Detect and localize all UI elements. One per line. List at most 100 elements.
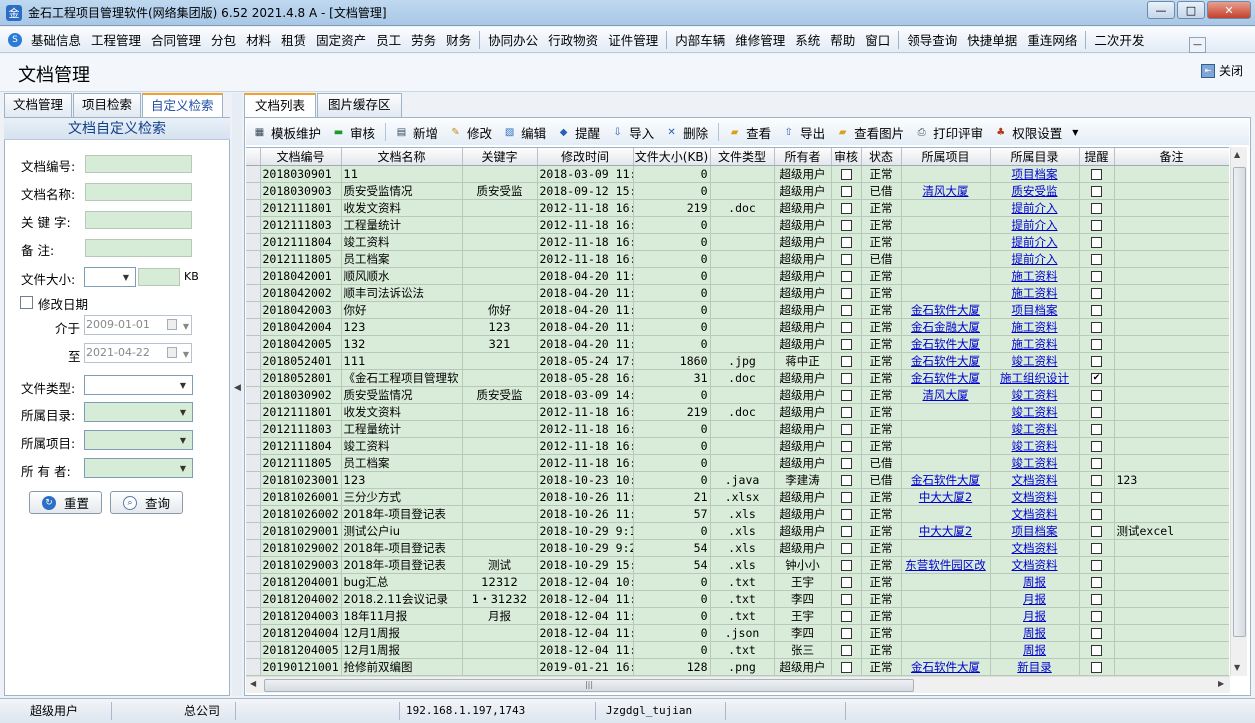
row-indicator[interactable] (246, 284, 261, 302)
table-cell[interactable]: 2012111804 (260, 437, 342, 455)
menu-item[interactable]: 基础信息 (26, 30, 86, 49)
table-cell[interactable] (710, 454, 775, 472)
column-header[interactable]: 审核 (831, 148, 862, 166)
table-cell[interactable] (1114, 624, 1229, 642)
column-header[interactable]: 文档名称 (341, 148, 463, 166)
table-cell[interactable] (1114, 488, 1229, 506)
date-from-picker[interactable]: 2009-01-01 ▼ (84, 315, 192, 335)
row-indicator[interactable] (246, 216, 261, 234)
row-indicator[interactable] (246, 505, 261, 523)
table-cell[interactable]: 正常 (861, 624, 902, 642)
table-cell[interactable]: 工程量统计 (341, 216, 463, 234)
directory-link[interactable]: 新目录 (1017, 660, 1052, 674)
table-cell[interactable] (462, 267, 538, 285)
table-cell[interactable] (462, 199, 538, 217)
directory-link[interactable]: 文档资料 (1012, 473, 1058, 487)
query-button[interactable]: ⌕ 查询 (110, 491, 183, 514)
file-size-operator-select[interactable]: ▼ (84, 267, 136, 287)
table-cell[interactable]: 超级用户 (774, 335, 832, 353)
table-cell[interactable]: 施工组织设计 (990, 369, 1080, 387)
table-cell[interactable]: 测试excel (1114, 522, 1229, 540)
column-header[interactable]: 所属项目 (901, 148, 991, 166)
project-link[interactable]: 中大大厦2 (919, 490, 972, 504)
table-cell[interactable]: 2012-11-18 16:3 (537, 216, 634, 234)
checkbox[interactable] (840, 509, 852, 520)
table-cell[interactable]: 2018-12-04 11:3 (537, 607, 634, 625)
table-row[interactable]: 20181204004 12月1周报 2018-12-04 11:4 0 .json 李四… (246, 624, 1229, 642)
table-cell[interactable]: 2012-11-18 16:3 (537, 454, 634, 472)
table-cell[interactable]: 超级用户 (774, 522, 832, 540)
file-type-select[interactable]: ▼ (84, 375, 193, 395)
menu-item[interactable]: 租赁 (276, 30, 311, 49)
project-link[interactable]: 清风大厦 (923, 388, 969, 402)
tab-image-cache[interactable]: 图片缓存区 (317, 93, 402, 117)
row-indicator[interactable] (246, 403, 261, 421)
table-cell[interactable]: 2018030903 (260, 182, 342, 200)
table-cell[interactable]: .xls (710, 522, 775, 540)
row-indicator[interactable] (246, 165, 261, 183)
table-cell[interactable] (1114, 590, 1229, 608)
table-cell[interactable]: 2018-05-24 17:5 (537, 352, 634, 370)
column-header[interactable]: 所有者 (774, 148, 832, 166)
table-cell[interactable]: 李四 (774, 590, 832, 608)
scroll-left-icon[interactable]: ◀ (250, 679, 256, 688)
menu-item[interactable]: 快捷单据 (962, 30, 1022, 49)
row-indicator[interactable] (246, 454, 261, 472)
table-cell[interactable]: 王宇 (774, 607, 832, 625)
table-cell[interactable] (710, 420, 775, 438)
table-cell[interactable]: 工程量统计 (341, 420, 463, 438)
project-link[interactable]: 金石软件大厦 (911, 660, 980, 674)
table-cell[interactable]: 2018-04-20 11:0 (537, 267, 634, 285)
table-cell[interactable]: 0 (633, 420, 711, 438)
table-row[interactable]: 20181204003 18年11月报 月报 2018-12-04 11:3 0 .txt… (246, 607, 1229, 625)
table-cell[interactable] (1114, 233, 1229, 251)
table-cell[interactable] (1114, 284, 1229, 302)
row-indicator[interactable] (246, 573, 261, 591)
directory-link[interactable]: 项目档案 (1012, 167, 1058, 181)
table-cell[interactable] (1079, 471, 1115, 489)
directory-link[interactable]: 文档资料 (1012, 490, 1058, 504)
table-cell[interactable]: 正常 (861, 505, 902, 523)
table-cell[interactable]: 文档资料 (990, 471, 1080, 489)
table-row[interactable]: 20181029001 测试公户iu 2018-10-29 9:14 0 .xls 超级用… (246, 522, 1229, 540)
table-cell[interactable] (1079, 335, 1115, 353)
table-row[interactable]: 2018030902 质安受监情况 质安受监 2018-03-09 14:5 0 超级用户… (246, 386, 1229, 404)
table-cell[interactable] (462, 522, 538, 540)
checkbox[interactable] (1091, 424, 1102, 435)
table-cell[interactable]: 超级用户 (774, 369, 832, 387)
mdi-minimize-button[interactable]: — (1189, 37, 1206, 53)
directory-link[interactable]: 竣工资料 (1012, 422, 1058, 436)
table-cell[interactable]: 正常 (861, 335, 902, 353)
table-cell[interactable]: 超级用户 (774, 454, 832, 472)
file-size-input[interactable] (138, 268, 180, 286)
table-cell[interactable]: 123 (462, 318, 538, 336)
table-cell[interactable]: 2018052401 (260, 352, 342, 370)
checkbox[interactable] (1091, 509, 1102, 520)
table-cell[interactable]: 超级用户 (774, 488, 832, 506)
checkbox[interactable] (840, 407, 852, 418)
table-cell[interactable]: 施工资料 (990, 335, 1080, 353)
menu-item[interactable]: 劳务 (406, 30, 441, 49)
table-cell[interactable]: 2018.2.11会议记录 (341, 590, 463, 608)
table-cell[interactable]: 正常 (861, 539, 902, 557)
table-cell[interactable]: 0 (633, 624, 711, 642)
table-cell[interactable]: 李建涛 (774, 471, 832, 489)
table-cell[interactable] (831, 318, 862, 336)
directory-link[interactable]: 施工组织设计 (1000, 371, 1069, 385)
table-cell[interactable]: 2012-11-18 16:3 (537, 199, 634, 217)
table-cell[interactable]: 正常 (861, 369, 902, 387)
table-cell[interactable]: .txt (710, 641, 775, 659)
table-cell[interactable] (1079, 318, 1115, 336)
table-row[interactable]: 20181204002 2018.2.11会议记录 1・31232 2018-12-0… (246, 590, 1229, 608)
table-cell[interactable]: 2018-10-29 9:28 (537, 539, 634, 557)
row-indicator[interactable] (246, 641, 261, 659)
table-cell[interactable]: 三分少方式 (341, 488, 463, 506)
table-cell[interactable] (462, 471, 538, 489)
table-cell[interactable]: 123 (341, 471, 463, 489)
table-cell[interactable] (1114, 335, 1229, 353)
table-cell[interactable]: 2012-11-18 16:3 (537, 403, 634, 421)
table-cell[interactable]: 金石软件大厦 (901, 301, 991, 319)
table-cell[interactable] (831, 216, 862, 234)
checkbox[interactable] (1091, 322, 1102, 333)
table-cell[interactable]: 0 (633, 607, 711, 625)
